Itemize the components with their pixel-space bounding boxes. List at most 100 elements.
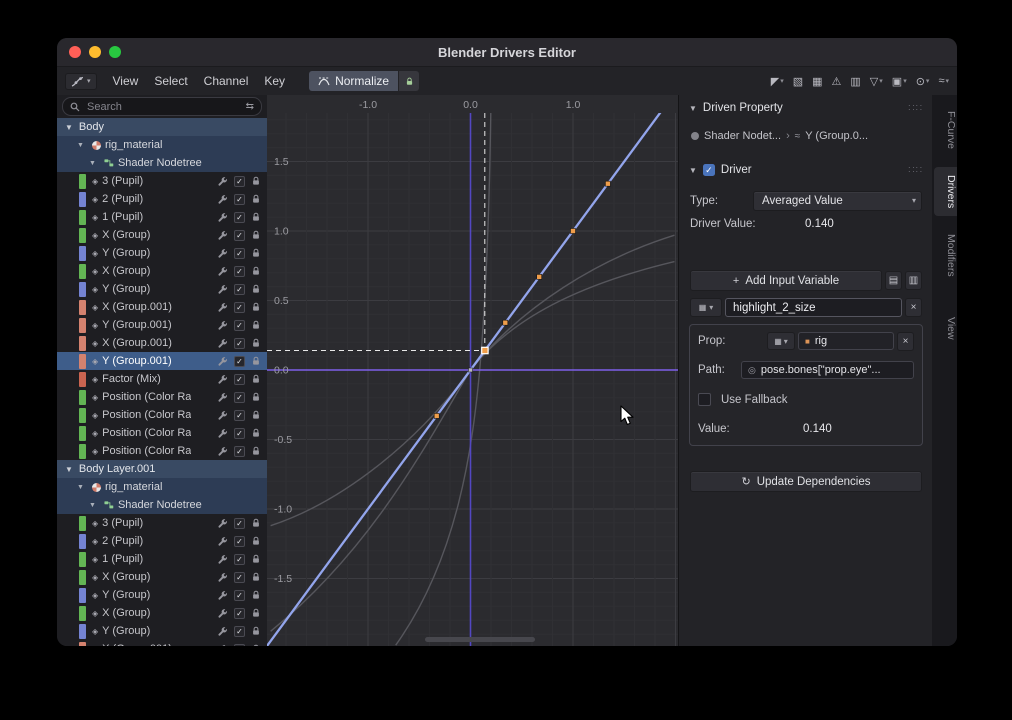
wrench-icon[interactable]: [217, 284, 228, 295]
channel-row[interactable]: ◈3 (Pupil)✓: [57, 172, 267, 190]
enabled-checkbox[interactable]: ✓: [234, 374, 245, 385]
enabled-checkbox[interactable]: ✓: [234, 356, 245, 367]
driven-property-panel-header[interactable]: ▼ Driven Property ∷∷: [685, 99, 927, 117]
wrench-icon[interactable]: [217, 590, 228, 601]
channel-row[interactable]: ◈2 (Pupil)✓: [57, 532, 267, 550]
channel-group-row[interactable]: ▼Body: [57, 118, 267, 136]
channel-row[interactable]: ◈Y (Group)✓: [57, 280, 267, 298]
nodetree-row[interactable]: ▼Shader Nodetree: [57, 496, 267, 514]
breadcrumb-owner[interactable]: Shader Nodet...: [704, 130, 781, 142]
add-input-variable-button[interactable]: + Add Input Variable: [690, 270, 882, 291]
path-field[interactable]: ◎ pose.bones["prop.eye"...: [741, 361, 914, 379]
enabled-checkbox[interactable]: ✓: [234, 608, 245, 619]
wrench-icon[interactable]: [217, 572, 228, 583]
copy-variable-button[interactable]: ▤: [885, 271, 902, 290]
lock-icon[interactable]: [251, 392, 261, 402]
channel-group-row[interactable]: ▼Body Layer.001: [57, 460, 267, 478]
wrench-icon[interactable]: [217, 302, 228, 313]
snap-button[interactable]: ⊙▾: [916, 75, 930, 88]
enabled-checkbox[interactable]: ✓: [234, 572, 245, 583]
lock-icon[interactable]: [251, 248, 261, 258]
enabled-checkbox[interactable]: ✓: [234, 176, 245, 187]
wrench-icon[interactable]: [217, 356, 228, 367]
search-input[interactable]: [85, 100, 241, 114]
zoom-button[interactable]: [109, 46, 121, 58]
lock-icon[interactable]: [251, 626, 261, 636]
collapse-triangle-icon[interactable]: ▼: [77, 142, 84, 149]
window-titlebar[interactable]: Blender Drivers Editor: [57, 38, 957, 67]
lock-icon[interactable]: [251, 176, 261, 186]
lock-icon[interactable]: [251, 284, 261, 294]
enabled-checkbox[interactable]: ✓: [234, 518, 245, 529]
invert-filter-icon[interactable]: ⇆: [246, 101, 254, 112]
enabled-checkbox[interactable]: ✓: [234, 338, 245, 349]
channel-row[interactable]: ◈Y (Group.001)✓: [57, 352, 267, 370]
overlap-button[interactable]: ▥: [850, 75, 860, 88]
lock-icon[interactable]: [251, 302, 261, 312]
channel-row[interactable]: ◈Y (Group)✓: [57, 622, 267, 640]
lock-icon[interactable]: [251, 644, 261, 646]
wrench-icon[interactable]: [217, 428, 228, 439]
paste-variable-button[interactable]: ▥: [905, 271, 922, 290]
wrench-icon[interactable]: [217, 410, 228, 421]
variable-type-dropdown[interactable]: ▦ ▾: [690, 298, 722, 317]
wrench-icon[interactable]: [217, 230, 228, 241]
wrench-icon[interactable]: [217, 554, 228, 565]
channel-row[interactable]: ◈Y (Group.001)✓: [57, 316, 267, 334]
wrench-icon[interactable]: [217, 392, 228, 403]
lock-icon[interactable]: [251, 608, 261, 618]
lock-icon[interactable]: [251, 536, 261, 546]
wrench-icon[interactable]: [217, 248, 228, 259]
lock-icon[interactable]: [251, 446, 261, 456]
warning-button[interactable]: ⚠: [832, 75, 842, 88]
prop-object-field[interactable]: ■ rig: [798, 332, 894, 350]
editor-type-dropdown[interactable]: ▾: [65, 73, 97, 90]
enabled-checkbox[interactable]: ✓: [234, 446, 245, 457]
update-dependencies-button[interactable]: ↻ Update Dependencies: [690, 471, 922, 492]
lock-icon[interactable]: [251, 338, 261, 348]
enabled-checkbox[interactable]: ✓: [234, 410, 245, 421]
lock-icon[interactable]: [251, 572, 261, 582]
channel-row[interactable]: ◈X (Group.001)✓: [57, 640, 267, 646]
close-button[interactable]: [69, 46, 81, 58]
enabled-checkbox[interactable]: ✓: [234, 590, 245, 601]
collapse-triangle-icon[interactable]: ▼: [65, 123, 73, 132]
lock-icon[interactable]: [251, 212, 261, 222]
wrench-icon[interactable]: [217, 518, 228, 529]
clear-object-button[interactable]: ×: [897, 332, 914, 351]
enabled-checkbox[interactable]: ✓: [234, 428, 245, 439]
lock-icon[interactable]: [251, 428, 261, 438]
enabled-checkbox[interactable]: ✓: [234, 230, 245, 241]
tab-f-curve[interactable]: F-Curve: [934, 103, 957, 157]
channel-row[interactable]: ◈X (Group)✓: [57, 604, 267, 622]
channel-row[interactable]: ◈X (Group)✓: [57, 568, 267, 586]
id-type-dropdown[interactable]: ▦ ▾: [767, 332, 795, 350]
channel-row[interactable]: ◈X (Group.001)✓: [57, 334, 267, 352]
channel-row[interactable]: ◈Position (Color Ra✓: [57, 388, 267, 406]
tweak-tool-button[interactable]: ◤▾: [771, 75, 784, 88]
panel-grip-icon[interactable]: ∷∷: [908, 103, 923, 114]
channel-row[interactable]: ◈1 (Pupil)✓: [57, 550, 267, 568]
normalize-toggle[interactable]: Normalize: [309, 71, 398, 91]
lock-icon[interactable]: [251, 320, 261, 330]
channel-row[interactable]: ◈X (Group)✓: [57, 262, 267, 280]
channel-row[interactable]: ◈1 (Pupil)✓: [57, 208, 267, 226]
tab-view[interactable]: View: [934, 309, 957, 348]
select-grid-button[interactable]: ▦: [812, 75, 822, 88]
channel-row[interactable]: ◈2 (Pupil)✓: [57, 190, 267, 208]
channel-row[interactable]: ◈Position (Color Ra✓: [57, 406, 267, 424]
tab-modifiers[interactable]: Modifiers: [934, 226, 957, 285]
menu-key[interactable]: Key: [256, 74, 293, 88]
lock-icon[interactable]: [251, 518, 261, 528]
collapse-triangle-icon[interactable]: ▼: [77, 484, 84, 491]
material-row[interactable]: ▼rig_material: [57, 136, 267, 154]
graph-horizontal-scrollbar[interactable]: [425, 637, 535, 642]
wrench-icon[interactable]: [217, 212, 228, 223]
enabled-checkbox[interactable]: ✓: [234, 536, 245, 547]
wrench-icon[interactable]: [217, 608, 228, 619]
use-fallback-checkbox[interactable]: [698, 393, 711, 406]
lock-icon[interactable]: [251, 554, 261, 564]
wrench-icon[interactable]: [217, 644, 228, 647]
wrench-icon[interactable]: [217, 536, 228, 547]
channel-row[interactable]: ◈Factor (Mix)✓: [57, 370, 267, 388]
